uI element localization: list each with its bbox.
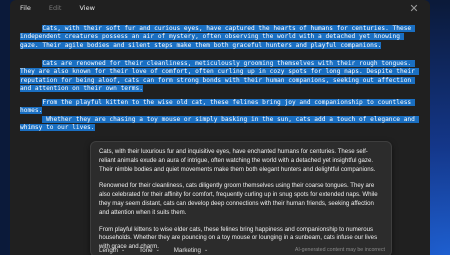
selected-text: Whether they are chasing a toy mouse or … xyxy=(20,116,419,132)
chevron-down-icon: ⌄ xyxy=(155,247,160,253)
length-label: Length xyxy=(99,246,118,254)
menu-file[interactable]: File xyxy=(20,4,31,12)
menu-view[interactable]: View xyxy=(79,4,94,12)
chevron-down-icon: ⌄ xyxy=(120,247,126,253)
rewrite-panel: Cats, with their luxurious fur and inqui… xyxy=(90,141,392,255)
editor-paragraph-4: Whether they are chasing a toy mouse or … xyxy=(20,108,422,141)
notepad-window: ✕ File Edit View Cats, with their soft f… xyxy=(10,0,430,255)
chevron-down-icon: ⌄ xyxy=(203,247,209,253)
ai-disclaimer: AI-generated content may be incorrect xyxy=(294,247,385,253)
style-dropdown[interactable]: Marketing ⌄ xyxy=(174,247,208,254)
menu-bar: File Edit View xyxy=(10,0,430,15)
rewrite-output: Cats, with their luxurious fur and inqui… xyxy=(99,148,381,255)
length-dropdown[interactable]: Length ⌄ xyxy=(99,247,125,254)
rewrite-options-bar: Length ⌄ Tone ⌄ Marketing ⌄ AI-generated… xyxy=(99,244,385,255)
selected-text: Cats are renowned for their cleanliness,… xyxy=(20,60,419,92)
selected-text: Cats, with their soft fur and curious ey… xyxy=(20,25,415,49)
style-label: Marketing xyxy=(173,246,201,254)
tone-label: Tone xyxy=(139,246,153,254)
rewrite-paragraph-1: Cats, with their luxurious fur and inqui… xyxy=(99,148,376,173)
tone-dropdown[interactable]: Tone ⌄ xyxy=(139,247,160,254)
rewrite-paragraph-2: Renowned for their cleanliness, cats dil… xyxy=(99,182,378,216)
menu-edit[interactable]: Edit xyxy=(49,4,62,12)
